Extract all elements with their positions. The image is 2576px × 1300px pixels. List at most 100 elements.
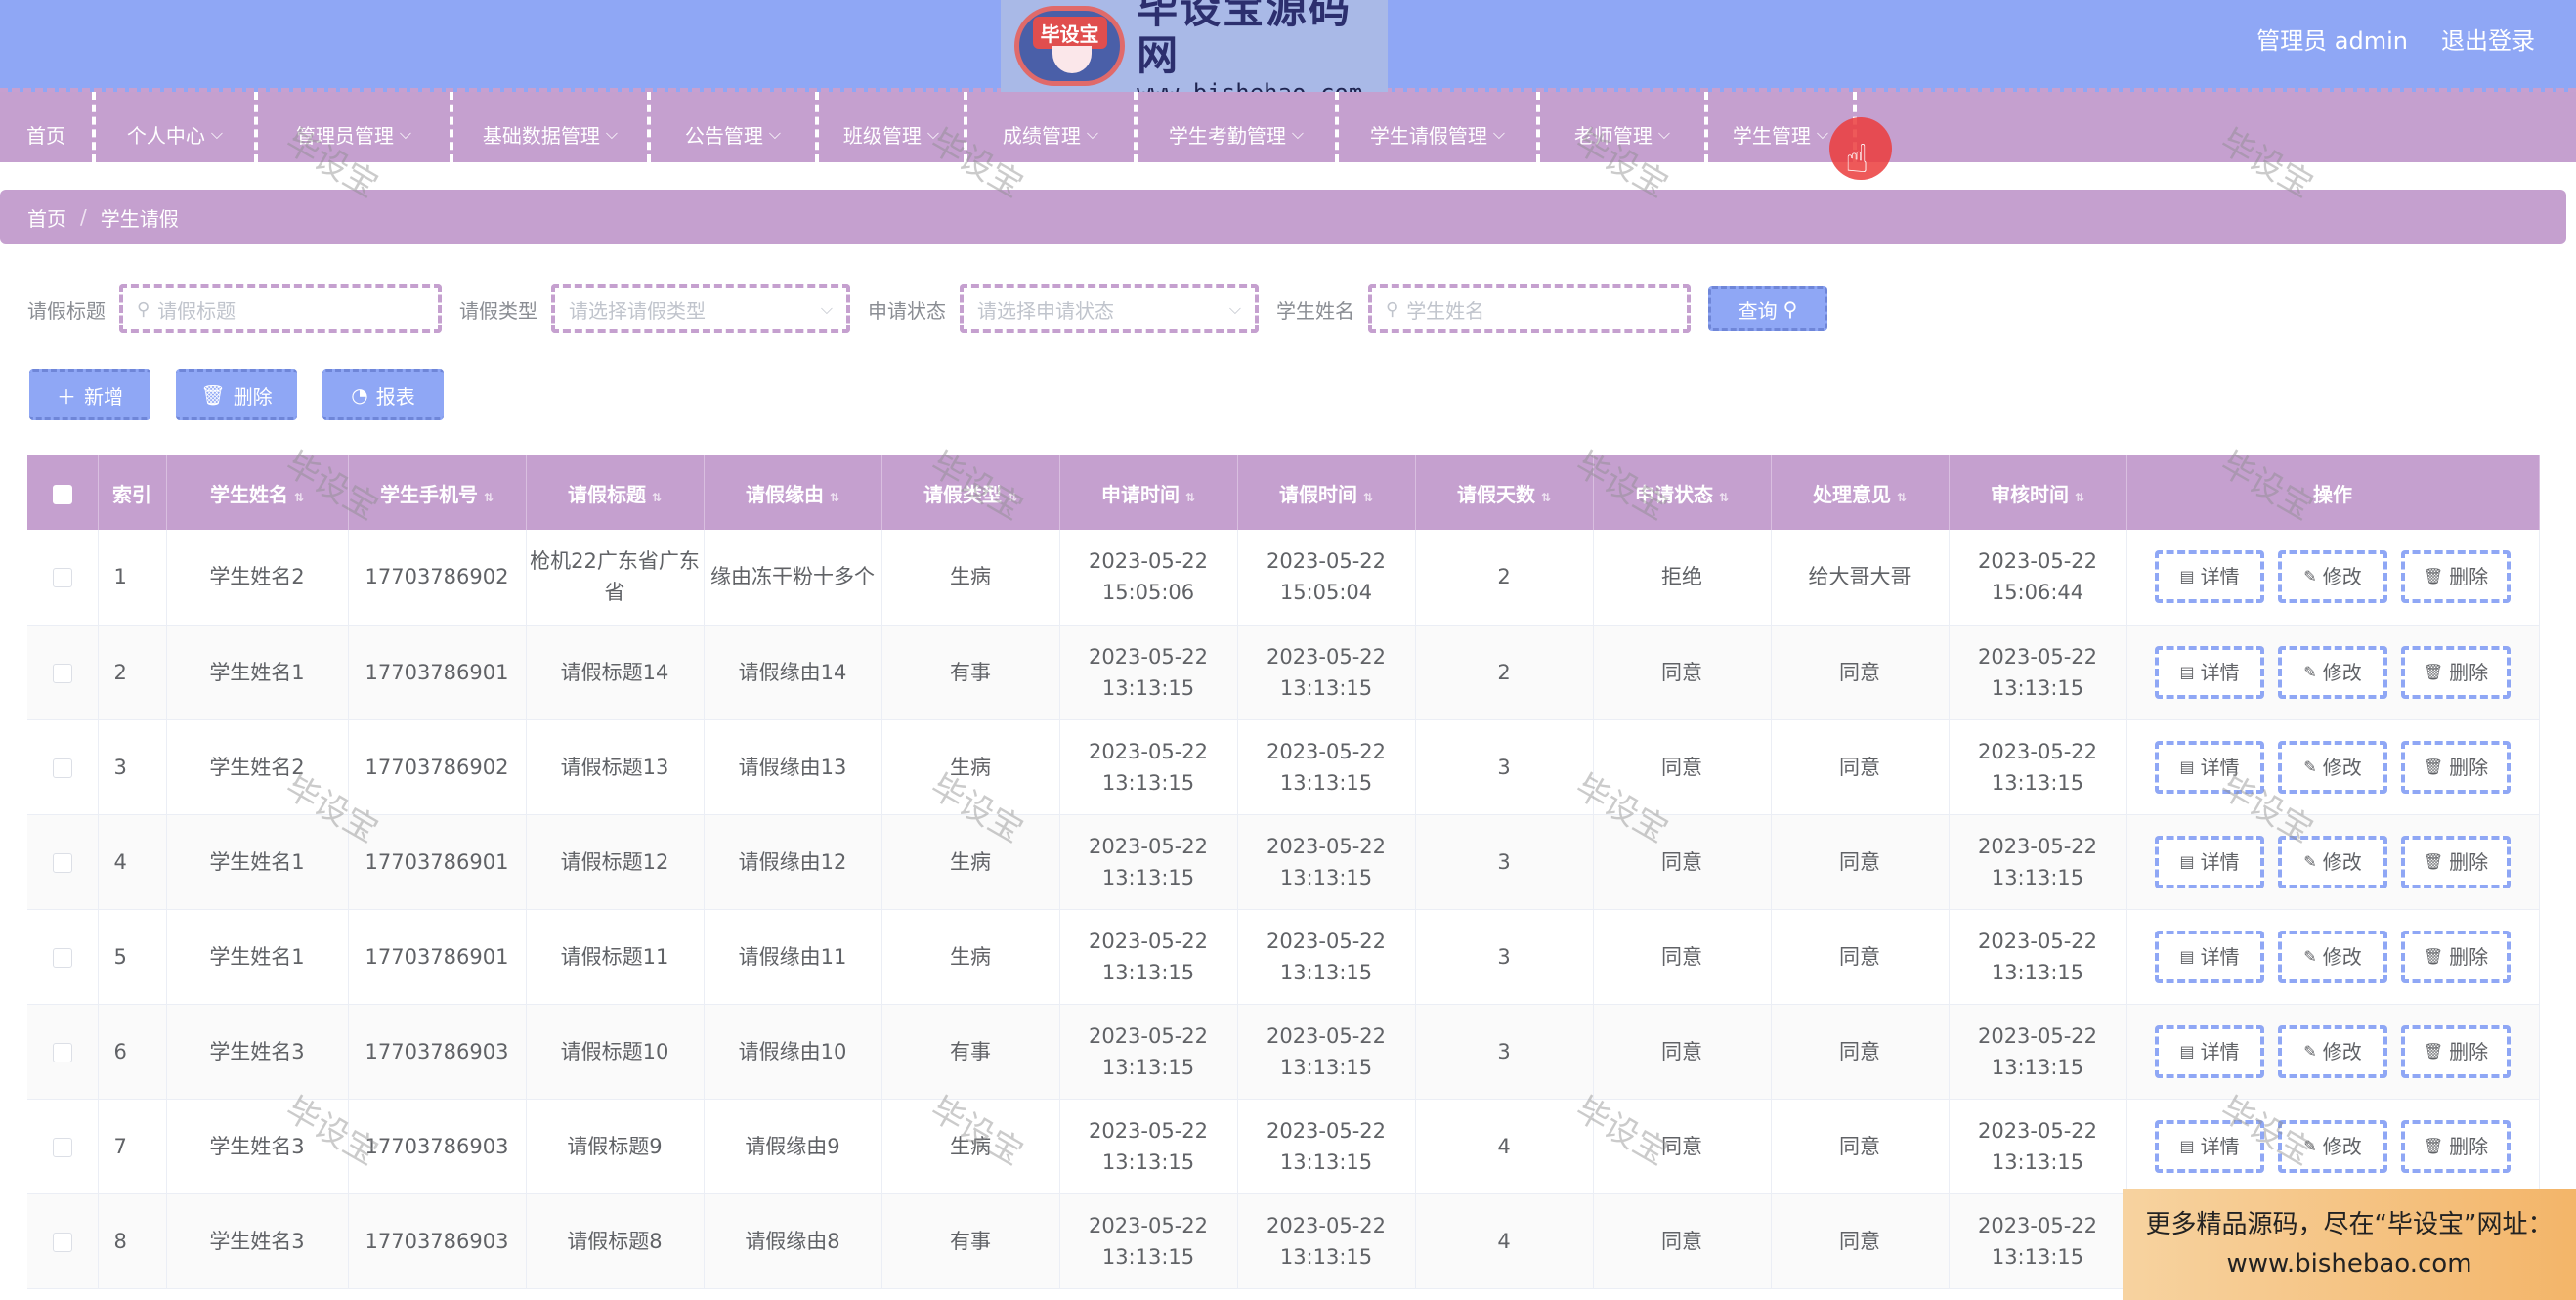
- status-select[interactable]: 请选择申请状态 ⌵: [960, 284, 1259, 333]
- op-label: 修改: [2322, 849, 2362, 874]
- column-header-8[interactable]: 请假天数 ⇅: [1415, 455, 1594, 530]
- breadcrumb-home[interactable]: 首页: [27, 203, 66, 232]
- row-select-cell[interactable]: [27, 1004, 99, 1100]
- admin-label[interactable]: 管理员 admin: [2256, 22, 2408, 56]
- column-header-3[interactable]: 请假标题 ⇅: [526, 455, 705, 530]
- row-select-cell[interactable]: [27, 1099, 99, 1194]
- table-row[interactable]: 6 学生姓名3 17703786903 请假标题10 请假缘由10 有事 2023-05-2…: [27, 1004, 2540, 1100]
- nav-item-0[interactable]: 首页: [0, 92, 96, 162]
- query-button[interactable]: 查询 ⚲: [1708, 286, 1827, 331]
- nav-item-7[interactable]: 学生考勤管理 ⌵: [1138, 92, 1339, 162]
- row-detail-button[interactable]: ▤详情: [2155, 550, 2264, 604]
- row-delete-button[interactable]: 🗑删除: [2401, 835, 2511, 888]
- row-checkbox[interactable]: [52, 1137, 72, 1157]
- row-edit-button[interactable]: ✎修改: [2278, 645, 2387, 699]
- title-search-input[interactable]: ⚲ 请假标题: [119, 284, 442, 333]
- report-button[interactable]: ◔ 报表: [322, 369, 444, 420]
- row-edit-button[interactable]: ✎修改: [2278, 835, 2387, 888]
- row-detail-button[interactable]: ▤详情: [2155, 645, 2264, 699]
- nav-item-8[interactable]: 学生请假管理 ⌵: [1339, 92, 1540, 162]
- row-select-cell[interactable]: [27, 909, 99, 1005]
- batch-delete-button[interactable]: 🗑 删除: [176, 369, 297, 420]
- row-select-cell[interactable]: [27, 814, 99, 910]
- row-checkbox[interactable]: [52, 947, 72, 968]
- row-edit-button[interactable]: ✎修改: [2278, 740, 2387, 794]
- column-header-4[interactable]: 请假缘由 ⇅: [704, 455, 882, 530]
- column-header-2[interactable]: 学生手机号 ⇅: [348, 455, 527, 530]
- column-header-label: 请假天数: [1456, 482, 1535, 506]
- column-header-5[interactable]: 请假类型 ⇅: [881, 455, 1060, 530]
- table-row[interactable]: 7 学生姓名3 17703786903 请假标题9 请假缘由9 生病 2023-05-22 …: [27, 1099, 2540, 1194]
- site-logo[interactable]: 毕设宝 毕设宝源码网 www.bishehao.com: [1001, 0, 1388, 107]
- row-select-cell[interactable]: [27, 719, 99, 815]
- sort-icon[interactable]: ⇅: [652, 491, 662, 504]
- status-placeholder: 请选择申请状态: [977, 298, 1114, 323]
- nav-item-2[interactable]: 管理员管理 ⌵: [258, 92, 453, 162]
- sort-icon[interactable]: ⇅: [830, 491, 839, 504]
- row-select-cell[interactable]: [27, 625, 99, 720]
- cell-name: 学生姓名1: [166, 625, 349, 720]
- row-checkbox[interactable]: [52, 852, 72, 873]
- table-row[interactable]: 2 学生姓名1 17703786901 请假标题14 请假缘由14 有事 2023-05-2…: [27, 625, 2540, 720]
- sort-icon[interactable]: ⇅: [1363, 491, 1373, 504]
- row-edit-button[interactable]: ✎修改: [2278, 550, 2387, 604]
- row-checkbox[interactable]: [52, 758, 72, 778]
- row-checkbox[interactable]: [52, 663, 72, 683]
- nav-item-6[interactable]: 成绩管理 ⌵: [967, 92, 1138, 162]
- cell-operations: ▤详情 ✎修改 🗑删除: [2126, 1004, 2540, 1100]
- nav-item-1[interactable]: 个人中心 ⌵: [96, 92, 258, 162]
- column-header-9[interactable]: 申请状态 ⇅: [1593, 455, 1772, 530]
- column-header-12[interactable]: 操作: [2126, 455, 2540, 530]
- type-select[interactable]: 请选择请假类型 ⌵: [551, 284, 850, 333]
- sort-icon[interactable]: ⇅: [1185, 491, 1195, 504]
- column-header-10[interactable]: 处理意见 ⇅: [1771, 455, 1950, 530]
- row-checkbox[interactable]: [52, 1042, 72, 1062]
- row-delete-button[interactable]: 🗑删除: [2401, 740, 2511, 794]
- row-checkbox[interactable]: [52, 1232, 72, 1252]
- row-delete-button[interactable]: 🗑删除: [2401, 930, 2511, 983]
- row-delete-button[interactable]: 🗑删除: [2401, 1024, 2511, 1078]
- column-header-6[interactable]: 申请时间 ⇅: [1059, 455, 1238, 530]
- table-row[interactable]: 5 学生姓名1 17703786901 请假标题11 请假缘由11 生病 2023-05-2…: [27, 909, 2540, 1005]
- sort-icon[interactable]: ⇅: [1541, 491, 1551, 504]
- row-delete-button[interactable]: 🗑删除: [2401, 550, 2511, 604]
- column-header-11[interactable]: 审核时间 ⇅: [1949, 455, 2127, 530]
- row-detail-button[interactable]: ▤详情: [2155, 1119, 2264, 1173]
- nav-item-4[interactable]: 公告管理 ⌵: [651, 92, 819, 162]
- sort-icon[interactable]: ⇅: [1008, 491, 1017, 504]
- promo-banner[interactable]: 更多精品源码，尽在“毕设宝”网址： www.bishebao.com: [2123, 1189, 2576, 1300]
- row-detail-button[interactable]: ▤详情: [2155, 930, 2264, 983]
- column-header-0[interactable]: 索引: [98, 455, 167, 530]
- name-search-input[interactable]: ⚲ 学生姓名: [1368, 284, 1691, 333]
- nav-item-label: 成绩管理: [1002, 123, 1081, 148]
- row-delete-button[interactable]: 🗑删除: [2401, 645, 2511, 699]
- table-row[interactable]: 3 学生姓名2 17703786902 请假标题13 请假缘由13 生病 2023-05-2…: [27, 719, 2540, 815]
- row-detail-button[interactable]: ▤详情: [2155, 835, 2264, 888]
- column-header-7[interactable]: 请假时间 ⇅: [1237, 455, 1416, 530]
- cell-idx: 5: [98, 909, 167, 1005]
- add-button[interactable]: ＋ 新增: [29, 369, 150, 420]
- row-select-cell[interactable]: [27, 1193, 99, 1289]
- row-select-cell[interactable]: [27, 530, 99, 626]
- sort-icon[interactable]: ⇅: [2075, 491, 2084, 504]
- row-delete-button[interactable]: 🗑删除: [2401, 1119, 2511, 1173]
- row-edit-button[interactable]: ✎修改: [2278, 1024, 2387, 1078]
- row-detail-button[interactable]: ▤详情: [2155, 1024, 2264, 1078]
- nav-item-3[interactable]: 基础数据管理 ⌵: [453, 92, 651, 162]
- sort-icon[interactable]: ⇅: [1897, 491, 1907, 504]
- row-edit-button[interactable]: ✎修改: [2278, 1119, 2387, 1173]
- sort-icon[interactable]: ⇅: [294, 491, 304, 504]
- row-detail-button[interactable]: ▤详情: [2155, 740, 2264, 794]
- row-edit-button[interactable]: ✎修改: [2278, 930, 2387, 983]
- sort-icon[interactable]: ⇅: [1719, 491, 1729, 504]
- sort-icon[interactable]: ⇅: [484, 491, 494, 504]
- column-header-1[interactable]: 学生姓名 ⇅: [166, 455, 349, 530]
- select-all-checkbox[interactable]: [52, 484, 72, 504]
- select-all-cell[interactable]: [27, 455, 99, 530]
- table-row[interactable]: 1 学生姓名2 17703786902 枪机22广东省广东省 缘由冻干粉十多个 生病 202…: [27, 530, 2540, 626]
- logout-link[interactable]: 退出登录: [2441, 22, 2535, 56]
- nav-item-9[interactable]: 老师管理 ⌵: [1540, 92, 1708, 162]
- row-checkbox[interactable]: [52, 568, 72, 588]
- table-row[interactable]: 4 学生姓名1 17703786901 请假标题12 请假缘由12 生病 2023-05-2…: [27, 814, 2540, 910]
- nav-item-5[interactable]: 班级管理 ⌵: [819, 92, 967, 162]
